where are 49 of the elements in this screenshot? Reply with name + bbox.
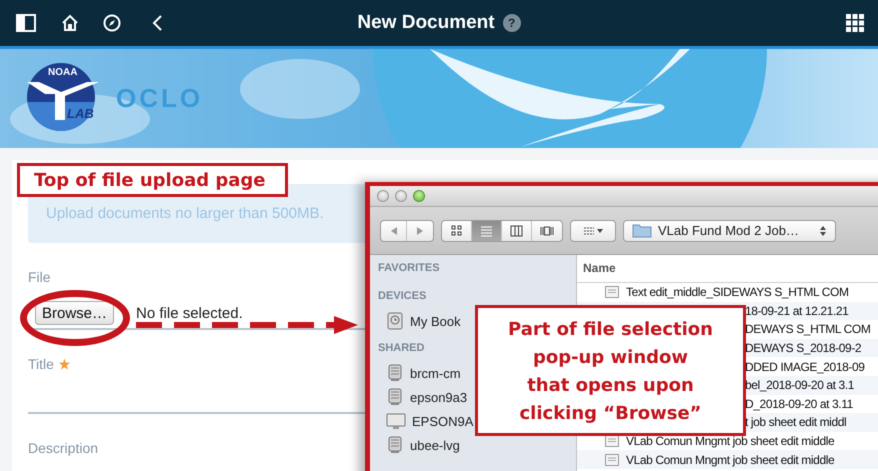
- computer-icon: [386, 364, 404, 382]
- back-chevron-icon[interactable]: [151, 14, 163, 32]
- list-icon: [480, 224, 494, 238]
- file-status-text: No file selected.: [136, 304, 243, 322]
- logo-text: NOAA: [48, 68, 78, 78]
- sidebar-item[interactable]: epson9a3: [410, 390, 468, 404]
- location-dropdown[interactable]: VLab Fund Mod 2 Job…: [623, 220, 836, 242]
- file-name[interactable]: D_2018-09-20 at 3.11: [745, 396, 853, 411]
- sidebar-item[interactable]: ubee-lvg: [410, 438, 460, 452]
- field-label: Title: [28, 356, 54, 372]
- grid-icon: [450, 224, 464, 238]
- computer-icon: [386, 436, 404, 454]
- document-icon: [605, 435, 619, 448]
- monitor-icon: [386, 412, 406, 430]
- sidebar-item[interactable]: My Book: [410, 314, 461, 328]
- sidebar-item[interactable]: brcm-cm: [410, 366, 461, 380]
- file-name[interactable]: Text edit_middle_SIDEWAYS S_HTML COM: [626, 285, 849, 300]
- page-title: New Document: [357, 12, 495, 34]
- file-name[interactable]: bel_2018-09-20 at 3.1: [745, 378, 854, 392]
- computer-icon: [386, 388, 404, 406]
- right-triangle-icon: [415, 226, 425, 236]
- file-name[interactable]: DEWAYS S_HTML COM: [745, 322, 870, 336]
- left-triangle-icon: [388, 226, 398, 236]
- annotation-label: Top of file upload page: [17, 163, 288, 197]
- file-name[interactable]: VLab Comun Mngmt job sheet edit middle: [626, 434, 834, 448]
- document-icon: [605, 454, 619, 466]
- document-icon: [605, 286, 619, 298]
- disk-drive-icon: [386, 312, 404, 330]
- cover-flow-icon: [540, 224, 554, 238]
- sidebar-item[interactable]: EPSON9A: [412, 414, 474, 428]
- help-badge[interactable]: ?: [502, 14, 521, 32]
- compass-icon[interactable]: [103, 14, 121, 32]
- up-down-arrows-icon: [818, 224, 827, 236]
- site-name: OCLO: [116, 83, 204, 114]
- sidebar-heading: FAVORITES: [377, 261, 441, 276]
- column-header[interactable]: Name: [577, 255, 878, 283]
- field-label: File: [28, 269, 51, 285]
- browse-button[interactable]: Browse…: [35, 301, 114, 325]
- apps-grid-icon[interactable]: [846, 14, 864, 32]
- home-icon[interactable]: [61, 14, 79, 32]
- annotation-label: Part of file selection pop-up window that opens upon clicking “Browse”: [475, 305, 746, 436]
- folder-icon: [632, 223, 652, 238]
- arrange-caret-icon: [583, 226, 603, 236]
- sidebar-heading: DEVICES: [377, 289, 428, 304]
- field-label: Description: [28, 440, 98, 456]
- sidebar-toggle-icon[interactable]: [16, 14, 36, 32]
- window-control-button[interactable]: [413, 190, 425, 202]
- columns-icon: [510, 224, 524, 238]
- file-name[interactable]: DDED IMAGE_2018-09: [745, 360, 865, 374]
